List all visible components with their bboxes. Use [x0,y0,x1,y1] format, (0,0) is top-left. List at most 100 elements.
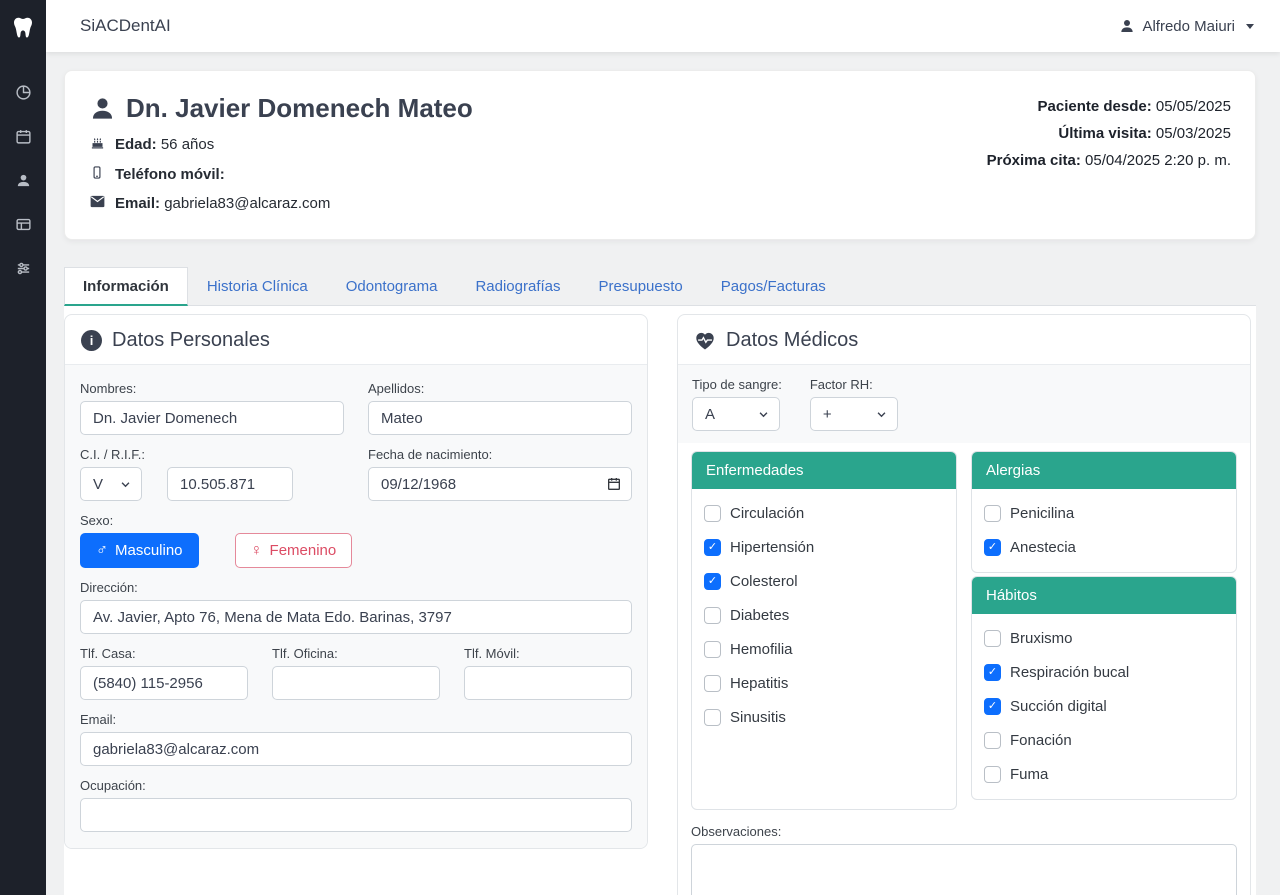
email-form-label: Email: [80,712,632,727]
checkbox-colesterol[interactable]: ✓ Colesterol [704,571,944,592]
patient-visit-info: Paciente desde: 05/05/2025 Última visita… [987,93,1231,219]
diseases-list: Circulación ✓Hipertensión ✓ Colesterol Di… [692,489,956,809]
settings-icon[interactable] [15,260,32,277]
blood-type-select[interactable]: A [692,397,780,431]
direccion-input[interactable] [80,600,632,634]
tab-odontograma[interactable]: Odontograma [327,267,457,305]
gender-female-button[interactable]: ♀ Femenino [235,533,353,568]
checkbox-box[interactable] [704,607,721,624]
billing-icon[interactable] [15,216,32,233]
checkbox-box[interactable]: ✓ [984,698,1001,715]
next-appt-value: 05/04/2025 2:20 p. m. [1085,152,1231,169]
checkbox-box[interactable]: ✓ [984,664,1001,681]
checkbox-box[interactable] [704,709,721,726]
checkbox-anestecia[interactable]: ✓Anestecia [984,537,1224,558]
since-label: Paciente desde: [1038,98,1152,115]
tab-radiografias[interactable]: Radiografías [456,267,579,305]
observaciones-label: Observaciones: [691,824,1237,839]
checkbox-label: Circulación [730,503,804,524]
checkbox-label: Penicilina [1010,503,1074,524]
user-name: Alfredo Maiuri [1142,18,1235,35]
calendar-icon[interactable] [15,128,32,145]
tab-presupuesto[interactable]: Presupuesto [580,267,702,305]
heart-pulse-icon [694,330,716,352]
checkbox-box[interactable] [984,732,1001,749]
fecha-nacimiento-input[interactable] [368,467,632,501]
checkbox-fuma[interactable]: Fuma [984,764,1224,785]
dashboard-icon[interactable] [15,84,32,101]
patient-phone-row: Teléfono móvil: [89,165,473,184]
observaciones-textarea[interactable] [691,844,1237,895]
chevron-down-icon [120,479,131,490]
rh-factor-select[interactable]: + [810,397,898,431]
checkbox-box[interactable] [984,505,1001,522]
checkbox-hepatitis[interactable]: Hepatitis [704,673,944,694]
user-menu[interactable]: Alfredo Maiuri [1119,18,1254,35]
medical-data-header: Datos Médicos [678,315,1250,364]
tlf-oficina-input[interactable] [272,666,440,700]
checkbox-box[interactable] [984,766,1001,783]
user-icon [1119,18,1135,34]
gender-male-button[interactable]: ♂ Masculino [80,533,199,568]
patient-header-card: Dn. Javier Domenech Mateo Edad: 56 años … [64,70,1256,240]
checkbox-bruxismo[interactable]: Bruxismo [984,628,1224,649]
tlf-oficina-label: Tlf. Oficina: [272,646,440,661]
tlf-movil-input[interactable] [464,666,632,700]
patient-icon [89,95,116,122]
ci-type-value: V [93,476,103,493]
medical-data-card: Datos Médicos Tipo de sangre: A Factor R… [677,314,1251,895]
checkbox-label: Fonación [1010,730,1072,751]
age-label: Edad: [115,136,157,153]
sexo-label: Sexo: [80,513,632,528]
tooth-logo-icon[interactable] [8,12,38,42]
email-input[interactable] [80,732,632,766]
diseases-header: Enfermedades [692,452,956,489]
ocupacion-input[interactable] [80,798,632,832]
tab-informacion[interactable]: Información [64,267,188,306]
tlf-casa-input[interactable] [80,666,248,700]
medical-data-title: Datos Médicos [726,329,858,352]
patients-icon[interactable] [15,172,32,189]
checkbox-respiracion-bucal[interactable]: ✓Respiración bucal [984,662,1224,683]
checkbox-sinusitis[interactable]: Sinusitis [704,707,944,728]
calendar-picker-icon[interactable] [606,476,622,492]
envelope-icon [89,195,105,212]
checkbox-box[interactable] [984,630,1001,647]
ocupacion-label: Ocupación: [80,778,632,793]
checkbox-label: Colesterol [730,571,798,592]
checkbox-succion-digital[interactable]: ✓ Succión digital [984,696,1224,717]
checkbox-box[interactable] [704,505,721,522]
allergies-header: Alergias [972,452,1236,489]
apellidos-input[interactable] [368,401,632,435]
fecha-nacimiento-label: Fecha de nacimiento: [368,447,632,462]
female-symbol-icon: ♀ [251,542,263,560]
checkbox-hipertension[interactable]: ✓Hipertensión [704,537,944,558]
checkbox-label: Succión digital [1010,696,1107,717]
since-value: 05/05/2025 [1156,98,1231,115]
checkbox-box[interactable]: ✓ [984,539,1001,556]
ci-type-select[interactable]: V [80,467,142,501]
tlf-movil-label: Tlf. Móvil: [464,646,632,661]
checkbox-box[interactable]: ✓ [704,573,721,590]
checkbox-fonacion[interactable]: Fonación [984,730,1224,751]
ci-number-input[interactable] [167,467,293,501]
checkbox-diabetes[interactable]: Diabetes [704,605,944,626]
checkbox-label: Diabetes [730,605,789,626]
checkbox-hemofilia[interactable]: Hemofilia [704,639,944,660]
tab-pagos-facturas[interactable]: Pagos/Facturas [702,267,845,305]
patient-name: Dn. Javier Domenech Mateo [126,93,473,124]
checkbox-box[interactable] [704,675,721,692]
checkbox-box[interactable]: ✓ [704,539,721,556]
male-label: Masculino [115,542,183,559]
checkbox-label: Hemofilia [730,639,793,660]
tab-historia-clinica[interactable]: Historia Clínica [188,267,327,305]
checkbox-penicilina[interactable]: Penicilina [984,503,1224,524]
habits-list: Bruxismo ✓Respiración bucal ✓ Succión dig… [972,614,1236,799]
last-visit-label: Última visita: [1058,125,1151,142]
checkbox-box[interactable] [704,641,721,658]
sidebar-nav [15,84,32,277]
nombres-input[interactable] [80,401,344,435]
app-brand[interactable]: SiACDentAI [80,16,171,36]
checkbox-circulacion[interactable]: Circulación [704,503,944,524]
mobile-label: Teléfono móvil: [115,166,225,183]
